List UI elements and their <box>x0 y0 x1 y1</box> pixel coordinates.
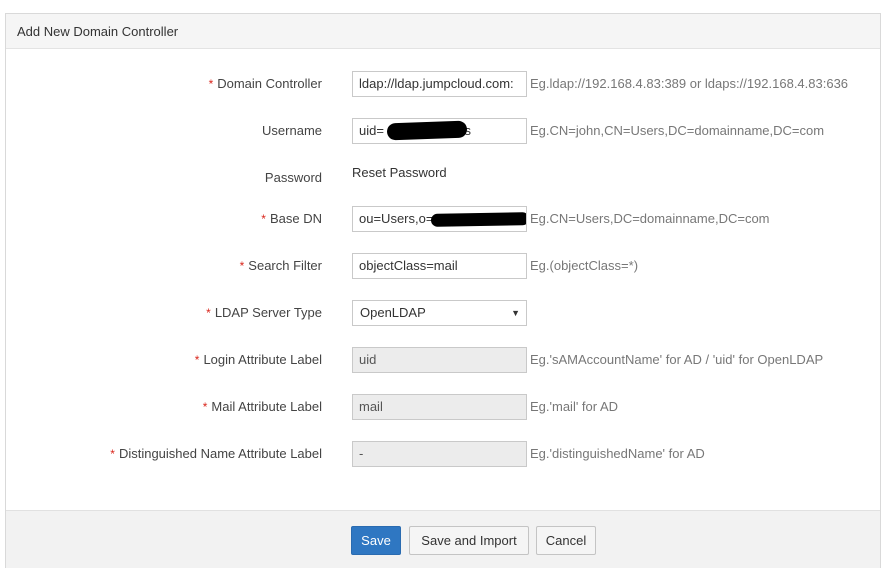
base-dn-row: * Base DN ou=Users,o= Eg.CN=Users,DC=doma… <box>6 206 881 232</box>
domain-controller-label: * Domain Controller <box>208 76 322 91</box>
dn-attr-hint: Eg.'distinguishedName' for AD <box>530 446 705 461</box>
password-label: Password <box>264 170 322 185</box>
login-attr-label: * Login Attribute Label <box>194 352 322 367</box>
required-marker: * <box>202 400 208 414</box>
login-attr-row: * Login Attribute Label uid Eg.'sAMAccoun… <box>6 347 881 373</box>
username-hint: Eg.CN=john,CN=Users,DC=domainname,DC=com <box>530 123 825 138</box>
domain-controller-input[interactable]: ldap://ldap.jumpcloud.com: <box>352 71 527 97</box>
server-type-row: * LDAP Server Type OpenLDAP ▼ <box>6 300 881 326</box>
base-dn-hint: Eg.CN=Users,DC=domainname,DC=com <box>530 211 770 226</box>
required-marker: * <box>206 306 211 320</box>
dn-attr-input[interactable]: - <box>352 441 527 467</box>
required-marker: * <box>110 447 115 461</box>
reset-password-link[interactable]: Reset Password <box>352 160 447 186</box>
dn-attr-label: * Distinguished Name Attribute Label <box>110 446 322 461</box>
search-filter-hint: Eg.(objectClass=*) <box>530 258 639 273</box>
username-input[interactable]: uid= ou=Users <box>352 118 527 144</box>
caret-down-icon: ▼ <box>511 308 520 318</box>
server-type-value: OpenLDAP <box>360 305 426 320</box>
redaction-mark <box>430 212 526 227</box>
required-marker: * <box>194 353 200 367</box>
panel-title: Add New Domain Controller <box>6 14 880 49</box>
login-attr-hint: Eg.'sAMAccountName' for AD / 'uid' for O… <box>530 352 824 367</box>
base-dn-input[interactable]: ou=Users,o= <box>352 206 527 232</box>
cancel-button[interactable]: Cancel <box>536 526 596 555</box>
required-marker: * <box>239 259 245 273</box>
username-label: Username <box>262 123 322 138</box>
search-filter-row: * Search Filter objectClass=mail Eg.(obje… <box>6 253 881 279</box>
mail-attr-row: * Mail Attribute Label mail Eg.'mail' for… <box>6 394 881 420</box>
mail-attr-input[interactable]: mail <box>352 394 527 420</box>
add-domain-controller-panel: Add New Domain Controller * Domain Contro… <box>5 13 881 568</box>
save-button[interactable]: Save <box>351 526 401 555</box>
base-dn-label: * Base DN <box>261 211 322 226</box>
username-row: Username uid= ou=Users Eg.CN=john,CN=Use… <box>6 118 881 144</box>
username-value-prefix: uid= <box>359 123 384 138</box>
required-marker: * <box>261 212 266 226</box>
domain-controller-row: * Domain Controller ldap://ldap.jumpcloud… <box>6 71 881 97</box>
search-filter-label: * Search Filter <box>239 258 322 273</box>
dn-attr-row: * Distinguished Name Attribute Label - Eg… <box>6 441 881 467</box>
server-type-select[interactable]: OpenLDAP ▼ <box>352 300 527 326</box>
save-and-import-button[interactable]: Save and Import <box>409 526 529 555</box>
required-marker: * <box>208 77 214 91</box>
login-attr-input[interactable]: uid <box>352 347 527 373</box>
domain-controller-hint: Eg.ldap://192.168.4.83:389 or ldaps://19… <box>530 76 849 91</box>
server-type-label: * LDAP Server Type <box>206 305 322 320</box>
password-row: Password Reset Password <box>6 165 881 191</box>
form-footer: Save Save and Import Cancel <box>6 510 880 568</box>
base-dn-value-prefix: ou=Users,o= <box>359 211 434 226</box>
mail-attr-label: * Mail Attribute Label <box>202 399 322 414</box>
redaction-mark <box>386 120 468 141</box>
search-filter-input[interactable]: objectClass=mail <box>352 253 527 279</box>
mail-attr-hint: Eg.'mail' for AD <box>530 399 619 414</box>
